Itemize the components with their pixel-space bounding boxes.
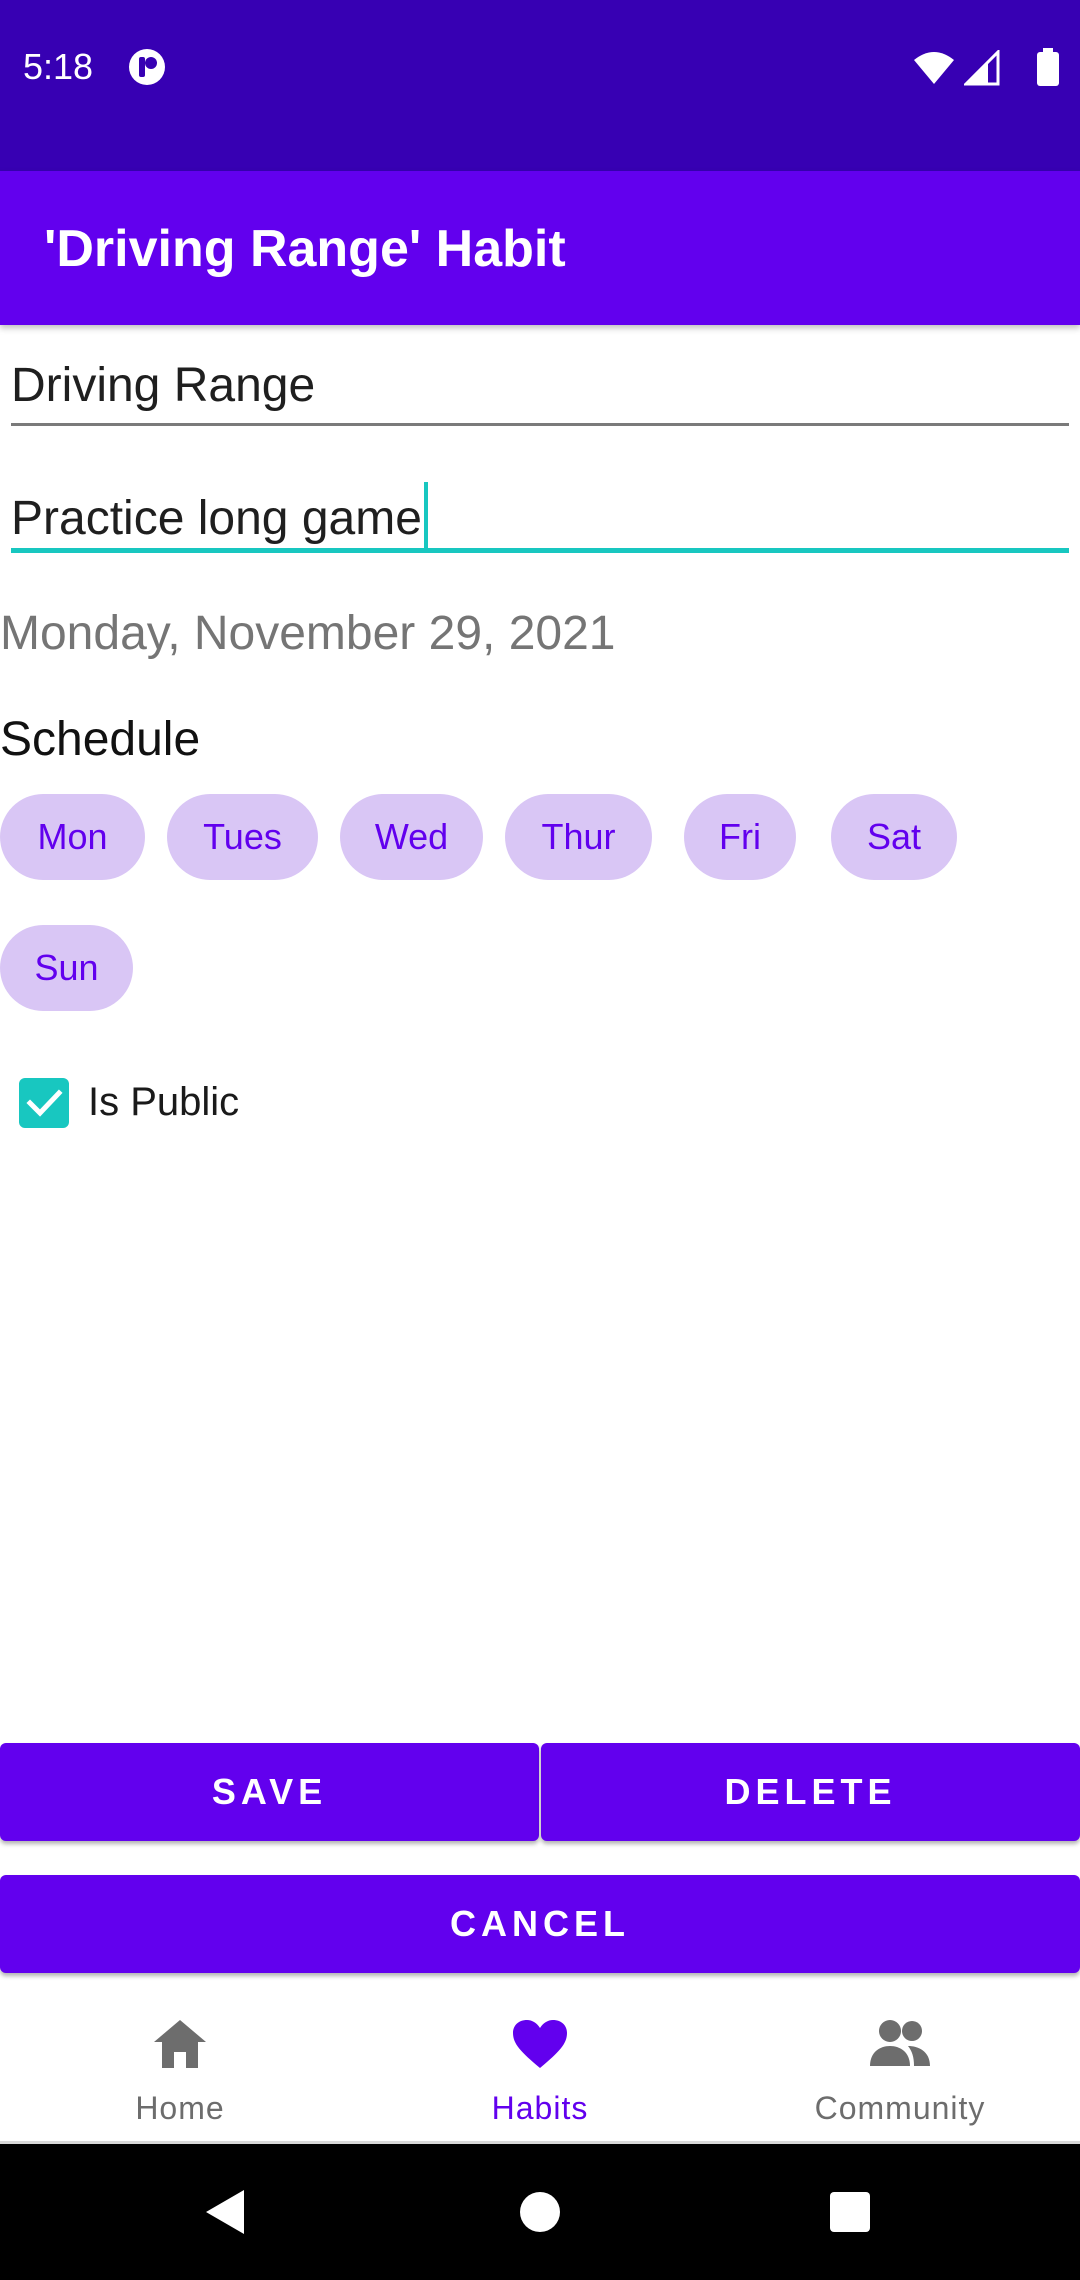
text-cursor xyxy=(423,482,428,548)
heart-icon xyxy=(513,2020,567,2068)
home-circle-icon[interactable] xyxy=(519,2191,561,2233)
nav-label-habits: Habits xyxy=(491,2090,589,2126)
battery-icon xyxy=(1037,48,1059,86)
home-icon xyxy=(154,2020,206,2068)
habit-description-value[interactable]: Practice long game xyxy=(11,492,422,545)
schedule-label: Schedule xyxy=(0,713,201,766)
back-icon[interactable] xyxy=(204,2188,248,2236)
checkmark-icon xyxy=(26,1089,63,1117)
status-icons xyxy=(912,48,1062,86)
recents-icon[interactable] xyxy=(829,2191,871,2233)
habit-description-underline xyxy=(11,548,1069,553)
day-chip-sun[interactable]: Sun xyxy=(0,925,133,1011)
people-icon xyxy=(870,2020,930,2066)
nav-item-community[interactable]: Community xyxy=(720,1988,1080,2144)
habit-description-field[interactable]: Practice long game xyxy=(11,470,1069,556)
habit-name-underline xyxy=(11,423,1069,426)
bottom-navigation: Home Habits Community xyxy=(0,1988,1080,2144)
habit-name-field[interactable]: Driving Range xyxy=(11,348,1069,428)
day-chip-fri[interactable]: Fri xyxy=(684,794,796,880)
day-chip-tues[interactable]: Tues xyxy=(167,794,318,880)
day-chip-wed[interactable]: Wed xyxy=(340,794,483,880)
delete-button[interactable]: DELETE xyxy=(541,1743,1080,1841)
is-public-checkbox[interactable] xyxy=(19,1078,69,1128)
cancel-button[interactable]: CANCEL xyxy=(0,1875,1080,1973)
habit-description-value-wrapper[interactable]: Practice long game xyxy=(11,482,428,548)
day-chip-mon[interactable]: Mon xyxy=(0,794,145,880)
save-button[interactable]: SAVE xyxy=(0,1743,539,1841)
day-chip-thur[interactable]: Thur xyxy=(505,794,652,880)
habit-name-value[interactable]: Driving Range xyxy=(11,358,315,413)
habit-date[interactable]: Monday, November 29, 2021 xyxy=(0,606,615,661)
status-time: 5:18 xyxy=(23,46,94,87)
app-bar: 'Driving Range' Habit xyxy=(0,171,1080,325)
nav-item-habits[interactable]: Habits xyxy=(360,1988,720,2144)
app-notification-icon xyxy=(129,49,165,85)
nav-label-home: Home xyxy=(135,2090,225,2126)
status-bar: 5:18 xyxy=(0,0,1080,171)
day-chip-sat[interactable]: Sat xyxy=(831,794,957,880)
signal-icon xyxy=(964,50,1000,86)
nav-label-community: Community xyxy=(814,2090,986,2126)
is-public-label[interactable]: Is Public xyxy=(88,1080,239,1125)
page-title: 'Driving Range' Habit xyxy=(44,220,566,278)
wifi-icon xyxy=(914,52,954,84)
system-navigation-bar xyxy=(0,2144,1080,2280)
nav-item-home[interactable]: Home xyxy=(0,1988,360,2144)
